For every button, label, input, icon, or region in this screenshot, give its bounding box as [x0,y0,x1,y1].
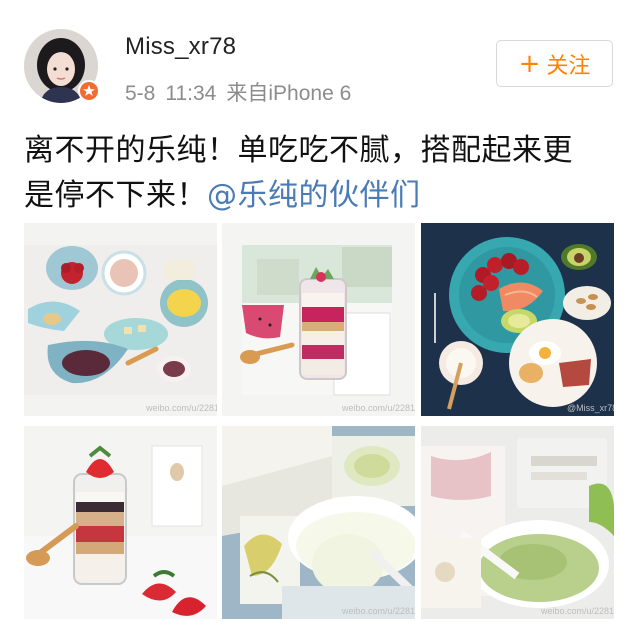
image-tile-5[interactable]: weibo.com/u/2281... [222,426,415,619]
username[interactable]: Miss_xr78 [125,33,236,61]
image-tile-4[interactable] [24,426,217,619]
breakfast-spread-photo [24,223,217,416]
image-watermark: @Miss_xr78 [567,403,614,413]
follow-label: 关注 [546,53,591,79]
mention-link[interactable]: @乐纯的伙伴们 [207,178,421,213]
image-grid: weibo.com/u/2281... [24,223,614,628]
weibo-post: Miss_xr78 5-8 11:34 来自iPhone 6 + 关注 离不开的乐纯… [0,0,639,633]
verified-badge-icon [78,80,100,102]
image-tile-3[interactable]: @Miss_xr78 [421,223,614,416]
image-watermark: weibo.com/u/2281... [342,403,415,413]
durian-yogurt-cup-photo [222,426,415,619]
post-source: 来自iPhone 6 [226,82,352,105]
fruit-plate-breakfast-photo [421,223,614,416]
post-text-line-2-prefix: 是停不下来！ [24,178,207,213]
image-watermark: weibo.com/u/2281... [342,606,415,616]
post-text-line-2: 是停不下来！@乐纯的伙伴们 [24,173,624,218]
post-time: 11:34 [165,82,217,105]
matcha-yogurt-cup-photo [421,426,614,619]
post-meta: 5-8 11:34 来自iPhone 6 [125,77,351,107]
image-watermark: weibo.com/u/2281... [146,403,217,413]
image-tile-1[interactable]: weibo.com/u/2281... [24,223,217,416]
post-date: 5-8 [125,82,156,105]
follow-button[interactable]: + 关注 [496,40,613,87]
dragonfruit-parfait-jar-photo [222,223,415,416]
image-watermark: weibo.com/u/2281... [541,606,614,616]
image-tile-2[interactable]: weibo.com/u/2281... [222,223,415,416]
strawberry-parfait-jar-photo [24,426,217,619]
post-text: 离不开的乐纯！单吃吃不腻，搭配起来更 是停不下来！@乐纯的伙伴们 [24,128,624,218]
plus-icon: + [518,48,541,79]
post-text-line-1: 离不开的乐纯！单吃吃不腻，搭配起来更 [24,133,573,168]
image-tile-6[interactable]: weibo.com/u/2281... [421,426,614,619]
